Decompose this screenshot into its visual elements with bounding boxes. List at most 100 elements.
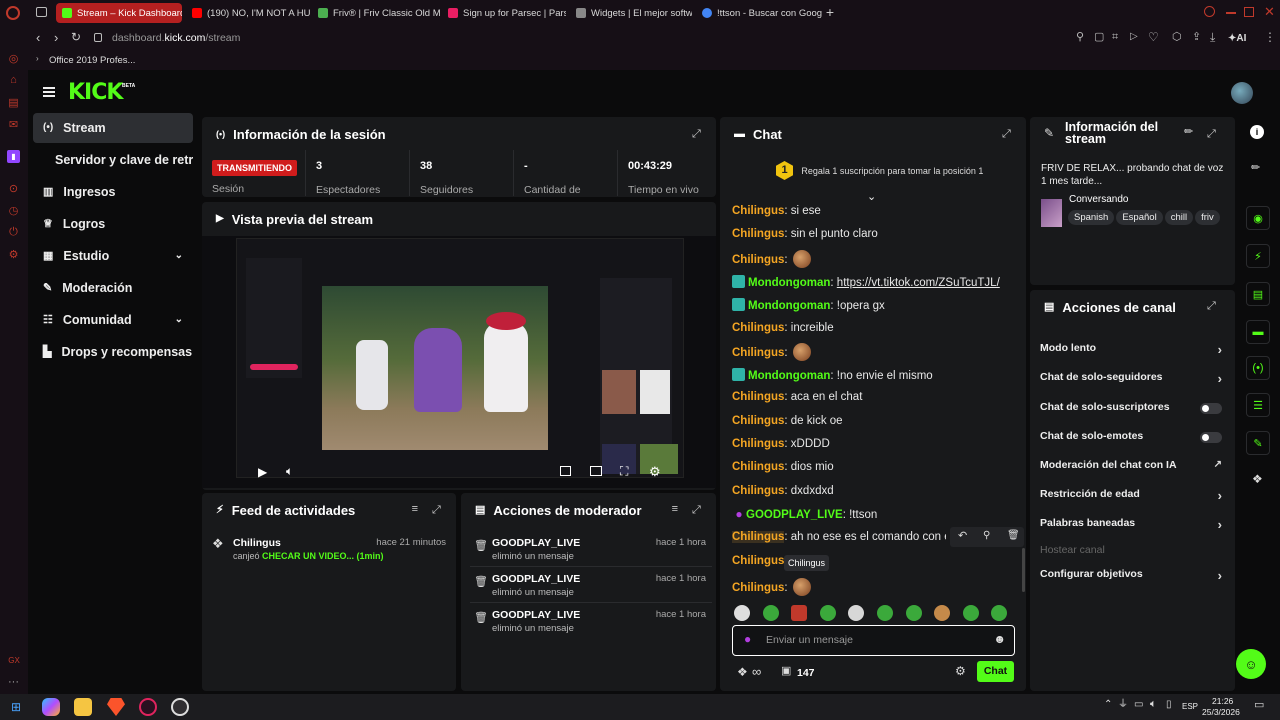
share-icon[interactable]: ⇪ <box>1192 32 1201 43</box>
kick-logo[interactable]: KICK <box>68 80 123 105</box>
nav-comunidad[interactable]: ☷ Comunidad ⌄ <box>33 305 193 335</box>
chat-username[interactable]: Chilingus <box>732 254 784 266</box>
emote-icon[interactable] <box>848 605 865 621</box>
file-explorer-icon[interactable] <box>74 698 92 716</box>
opera-news-icon[interactable]: ▤ <box>7 96 20 109</box>
nav-logros[interactable]: ♕ Logros <box>33 209 193 239</box>
gx-label[interactable]: GX <box>6 656 22 669</box>
download-icon[interactable]: ⤓ <box>1210 31 1215 43</box>
reply-icon[interactable]: ↶ <box>958 531 967 542</box>
user-avatar[interactable] <box>1231 82 1253 104</box>
stream-video[interactable]: ▶ 🔈︎ ⛶ ⚙ <box>202 236 716 488</box>
popout-icon[interactable]: ⤢ <box>1002 128 1014 140</box>
emote-icon[interactable] <box>962 605 979 621</box>
chat-username[interactable]: Chilingus <box>732 438 784 450</box>
chat-username[interactable]: Chilingus <box>732 461 784 473</box>
battery-icon[interactable]: ▯ <box>1166 700 1172 710</box>
action-followers-only[interactable]: Chat de solo-seguidores › <box>1040 371 1222 386</box>
info-icon[interactable]: i <box>1250 125 1264 139</box>
notifications-icon[interactable]: ▭ <box>1254 700 1264 711</box>
nav-stream[interactable]: (•) Stream <box>33 113 193 143</box>
emote-icon[interactable] <box>934 605 951 621</box>
popout-icon[interactable]: ⤢ <box>692 128 704 140</box>
opera-more-icon[interactable]: ··· <box>7 676 20 689</box>
wrench-tool-icon[interactable]: ✎ <box>1246 431 1270 455</box>
chat-tool-icon[interactable]: ▬ <box>1246 320 1270 344</box>
tab-manager-icon[interactable] <box>36 7 47 17</box>
chat-username[interactable]: Chilingus <box>732 322 784 334</box>
tab-friv[interactable]: Friv® | Friv Classic Old Ma <box>312 3 440 23</box>
clock-time[interactable]: 21:26 <box>1212 696 1233 706</box>
mod-name[interactable]: GOODPLAY_LIVE <box>492 609 580 621</box>
tag-chip[interactable]: Español <box>1116 210 1163 225</box>
category-name[interactable]: Conversando <box>1069 194 1128 205</box>
emotes-only-toggle[interactable] <box>1200 432 1222 443</box>
gift-tool-icon[interactable]: ❖ <box>1252 473 1263 485</box>
clipboard-tool-icon[interactable]: ▤ <box>1246 282 1270 306</box>
brave-icon[interactable] <box>107 698 125 716</box>
usb-icon[interactable]: ⏚ <box>1118 700 1128 710</box>
ai-button[interactable]: ✦AI <box>1228 33 1246 44</box>
nav-moderacion[interactable]: ✎ Moderación <box>33 273 193 303</box>
action-goals[interactable]: Configurar objetivos › <box>1040 568 1222 583</box>
play-icon[interactable]: ▷ <box>1130 32 1138 42</box>
minimize-icon[interactable] <box>1226 12 1236 14</box>
emote-icon[interactable] <box>734 605 750 621</box>
forward-icon[interactable]: › <box>54 31 58 44</box>
chat-username[interactable]: Chilingus <box>732 391 784 403</box>
pin-icon[interactable]: ⚲ <box>1076 32 1084 43</box>
heart-icon[interactable]: ♡ <box>1148 31 1159 43</box>
maximize-icon[interactable] <box>1244 7 1254 17</box>
support-icon[interactable]: ☺ <box>1236 649 1266 679</box>
tab-google[interactable]: !ttson - Buscar con Google <box>696 3 822 23</box>
opera-player-icon[interactable]: ⊙ <box>7 182 20 195</box>
feed-user[interactable]: Chilingus <box>233 537 281 549</box>
pin-icon[interactable]: ⚲ <box>983 531 990 541</box>
camera-tool-icon[interactable]: ◉ <box>1246 206 1270 230</box>
chat-settings-icon[interactable]: ⚙ <box>955 665 966 677</box>
opera-clock-icon[interactable]: ◷ <box>7 204 20 217</box>
action-ai-moderation[interactable]: Moderación del chat con IA ↗ <box>1040 459 1222 471</box>
emote-icon[interactable] <box>991 605 1008 621</box>
emote-icon[interactable] <box>905 605 922 621</box>
chat-username[interactable]: Chilingus <box>732 228 784 240</box>
snapshot-icon[interactable]: ▢ <box>1094 32 1104 43</box>
pinned-chevron-icon[interactable]: ⌄ <box>867 192 876 203</box>
action-slow-mode[interactable]: Modo lento › <box>1040 342 1222 357</box>
broadcast-tool-icon[interactable]: (•) <box>1246 356 1270 380</box>
chat-username[interactable]: GOODPLAY_LIVE <box>746 509 843 521</box>
action-age-restriction[interactable]: Restricción de edad › <box>1040 488 1222 503</box>
category-thumbnail[interactable] <box>1041 199 1062 227</box>
volume-icon[interactable]: 🔈︎ <box>286 465 293 477</box>
emoji-icon[interactable]: ☻ <box>993 633 1006 645</box>
popout-icon[interactable]: ⤢ <box>1207 128 1219 140</box>
tab-youtube[interactable]: (190) NO, I'M NOT A HUM <box>186 3 310 23</box>
back-icon[interactable]: ‹ <box>36 31 40 44</box>
popout-icon[interactable]: ⤢ <box>1207 300 1219 312</box>
opera-shop-icon[interactable]: ⌂ <box>7 74 20 87</box>
mic-icon[interactable]: ● <box>744 633 751 645</box>
bookmark-office[interactable]: Office 2019 Profes... <box>49 55 135 66</box>
opera-menu-icon[interactable] <box>6 6 20 20</box>
tab-kick-dashboard[interactable]: Stream – Kick Dashboard <box>56 3 182 23</box>
nav-server-key[interactable]: Servidor y clave de retransm <box>33 145 193 175</box>
bolt-tool-icon[interactable]: ⚡︎ <box>1246 244 1270 268</box>
nav-estudio[interactable]: ▦ Estudio ⌄ <box>33 241 193 271</box>
crop-icon[interactable]: ⌗ <box>1112 32 1118 43</box>
chat-username[interactable]: Chilingus <box>732 485 784 497</box>
play-button[interactable]: ▶ <box>258 466 267 478</box>
opera-settings-icon[interactable]: ⚙ <box>7 248 20 261</box>
tab-widgets[interactable]: Widgets | El mejor softwa <box>570 3 692 23</box>
infinity-icon[interactable]: ∞ <box>752 665 761 678</box>
chat-username[interactable]: Chilingus <box>732 582 784 594</box>
emote-icon[interactable] <box>819 605 836 621</box>
opera-gx-icon[interactable] <box>139 698 157 716</box>
twitch-icon[interactable]: ▮ <box>7 150 20 163</box>
popout-icon[interactable]: ⤢ <box>692 504 704 516</box>
mod-name[interactable]: GOODPLAY_LIVE <box>492 573 580 585</box>
popout-icon[interactable]: ⤢ <box>432 504 444 516</box>
chat-username[interactable]: Chilingus <box>732 415 784 427</box>
search-icon[interactable] <box>1204 6 1215 17</box>
chat-link[interactable]: https://vt.tiktok.com/ZSuTcuTJL/ <box>837 277 1000 289</box>
opera-home-icon[interactable]: ◎ <box>7 52 20 65</box>
